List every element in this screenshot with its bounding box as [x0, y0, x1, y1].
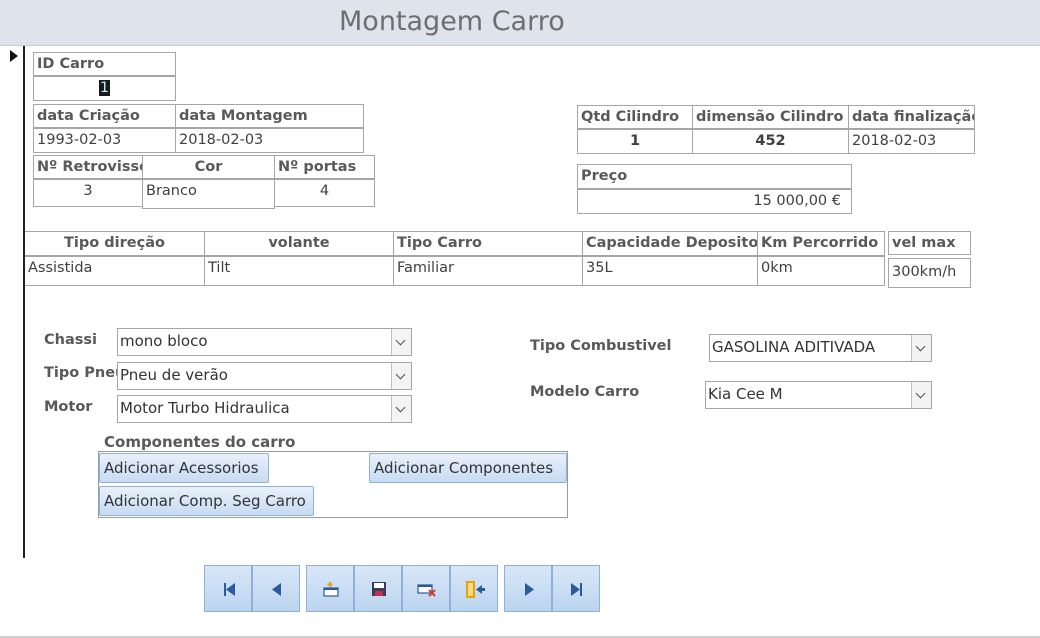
data-montagem-field[interactable]: 2018-02-03 — [175, 128, 364, 153]
n-retrovisso-field[interactable]: 3 — [33, 179, 143, 207]
chassi-label: Chassi — [44, 332, 97, 348]
chevron-down-icon[interactable] — [391, 396, 411, 422]
record-selector[interactable] — [0, 46, 25, 558]
dimensao-cilindro-label: dimensão Cilindro — [692, 105, 849, 129]
tipo-pneu-combo[interactable]: Pneu de verão — [117, 362, 412, 390]
dimensao-cilindro-field[interactable]: 452 — [692, 129, 849, 154]
next-record-button[interactable] — [504, 565, 552, 612]
adicionar-componentes-button[interactable]: Adicionar Componentes — [369, 453, 567, 483]
capacidade-deposito-label: Capacidade Deposito — [582, 231, 758, 256]
new-record-icon — [323, 582, 339, 597]
data-finalizacao-field[interactable]: 2018-02-03 — [848, 129, 975, 154]
vel-max-label: vel max — [888, 231, 971, 255]
previous-record-button[interactable] — [252, 565, 300, 612]
km-percorrido-field[interactable]: 0km — [757, 256, 885, 286]
modelo-carro-value: Kia Cee M — [708, 385, 783, 403]
tipo-pneu-label: Tipo Pneu — [44, 365, 126, 381]
data-finalizacao-label: data finalização — [848, 105, 975, 129]
tipo-pneu-value: Pneu de verão — [120, 366, 228, 384]
tipo-direcao-label: Tipo direção — [25, 231, 205, 256]
data-montagem-label: data Montagem — [175, 104, 364, 128]
motor-label: Motor — [44, 399, 93, 415]
cor-label: Cor — [142, 155, 275, 179]
adicionar-comp-seg-button[interactable]: Adicionar Comp. Seg Carro — [99, 486, 314, 516]
save-record-button[interactable] — [354, 565, 402, 612]
qtd-cilindro-label: Qtd Cilindro — [577, 105, 693, 129]
modelo-carro-label: Modelo Carro — [530, 384, 640, 400]
vel-max-field[interactable]: 300km/h — [888, 258, 971, 288]
last-record-button[interactable] — [552, 565, 600, 612]
chevron-down-icon[interactable] — [391, 363, 411, 389]
page-title: Montagem Carro — [339, 6, 565, 37]
tipo-combustivel-combo[interactable]: GASOLINA ADITIVADA — [709, 334, 932, 362]
n-retrovisso-label: Nº Retrovisso — [33, 155, 143, 179]
volante-field[interactable]: Tilt — [204, 256, 394, 286]
adicionar-acessorios-button[interactable]: Adicionar Acessorios — [99, 453, 269, 483]
form-header: Montagem Carro — [0, 0, 1040, 46]
new-record-button[interactable] — [306, 565, 354, 612]
chevron-down-icon[interactable] — [911, 335, 931, 361]
data-criacao-field[interactable]: 1993-02-03 — [33, 128, 176, 153]
tipo-combustivel-label: Tipo Combustivel — [530, 338, 672, 354]
last-record-icon — [571, 583, 582, 596]
delete-record-button[interactable] — [402, 565, 450, 612]
previous-record-icon — [272, 583, 281, 596]
id-carro-value: 1 — [98, 80, 111, 96]
tipo-combustivel-value: GASOLINA ADITIVADA — [712, 338, 876, 356]
km-percorrido-label: Km Percorrido — [757, 231, 885, 256]
volante-label: volante — [204, 231, 394, 256]
preco-field[interactable]: 15 000,00 € — [577, 189, 852, 214]
preco-label: Preço — [577, 164, 852, 189]
componentes-title: Componentes do carro — [104, 433, 296, 451]
id-carro-field[interactable]: 1 — [33, 76, 176, 101]
first-record-button[interactable] — [204, 565, 252, 612]
close-form-button[interactable] — [450, 565, 498, 612]
n-portas-label: Nº portas — [274, 155, 375, 179]
tipo-direcao-field[interactable]: Assistida — [25, 256, 205, 286]
data-criacao-label: data Criação — [33, 104, 176, 128]
tipo-carro-field[interactable]: Familiar — [393, 256, 583, 286]
chassi-value: mono bloco — [120, 332, 208, 350]
motor-value: Motor Turbo Hidraulica — [120, 399, 290, 417]
save-record-icon — [372, 582, 386, 596]
close-form-icon — [466, 581, 485, 598]
chevron-down-icon[interactable] — [391, 329, 411, 355]
qtd-cilindro-field[interactable]: 1 — [577, 129, 693, 154]
delete-record-icon — [417, 584, 436, 597]
chassi-combo[interactable]: mono bloco — [117, 328, 412, 356]
cor-field[interactable]: Branco — [142, 179, 275, 209]
id-carro-label: ID Carro — [33, 52, 176, 76]
next-record-icon — [525, 583, 534, 596]
modelo-carro-combo[interactable]: Kia Cee M — [705, 381, 932, 409]
chevron-down-icon[interactable] — [911, 382, 931, 408]
capacidade-deposito-field[interactable]: 35L — [582, 256, 758, 286]
n-portas-field[interactable]: 4 — [274, 179, 375, 207]
motor-combo[interactable]: Motor Turbo Hidraulica — [117, 395, 412, 423]
first-record-icon — [224, 583, 235, 596]
tipo-carro-label: Tipo Carro — [393, 231, 583, 256]
current-record-arrow-icon — [10, 50, 18, 62]
